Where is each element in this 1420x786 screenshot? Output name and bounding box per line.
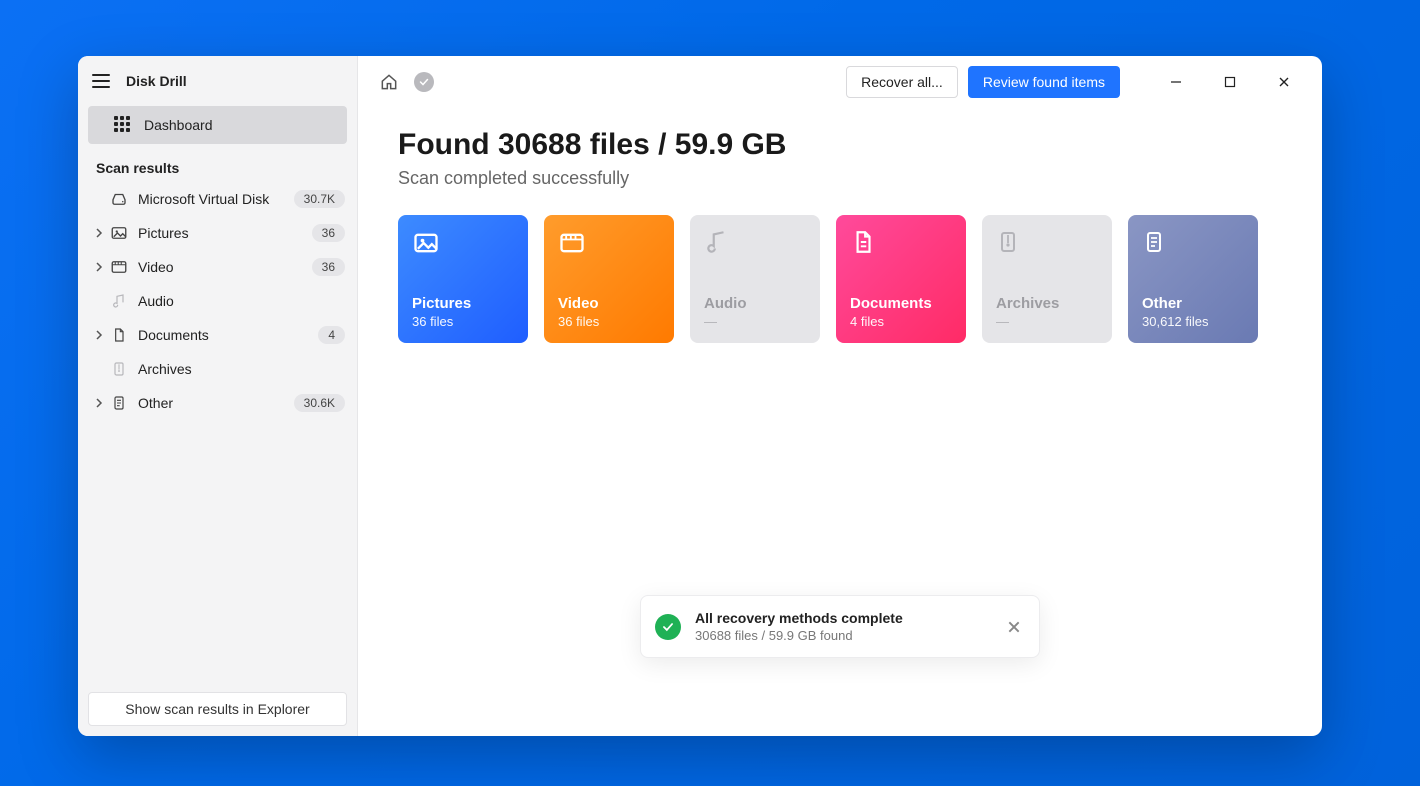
toast-text: All recovery methods complete 30688 file… — [695, 610, 989, 643]
maximize-icon[interactable] — [1208, 67, 1252, 97]
image-icon — [110, 224, 128, 242]
card-name: Audio — [704, 295, 806, 312]
card-count: 36 files — [412, 314, 514, 329]
nav-dashboard[interactable]: Dashboard — [88, 106, 347, 144]
other-icon — [1142, 229, 1170, 257]
toast-title: All recovery methods complete — [695, 610, 989, 626]
summary-subhead: Scan completed successfully — [398, 168, 1282, 189]
recover-all-button[interactable]: Recover all... — [846, 66, 958, 98]
home-icon[interactable] — [374, 67, 404, 97]
card-count: — — [704, 314, 806, 329]
sidebar-item-label: Audio — [138, 293, 345, 309]
sidebar-section-header: Scan results — [78, 146, 357, 182]
sidebar-item-badge: 4 — [318, 326, 345, 344]
card-name: Other — [1142, 295, 1244, 312]
completion-toast: All recovery methods complete 30688 file… — [640, 595, 1040, 658]
sidebar-item-label: Pictures — [138, 225, 306, 241]
close-icon[interactable] — [1003, 616, 1025, 638]
sidebar-item-badge: 30.6K — [294, 394, 345, 412]
card-documents[interactable]: Documents 4 files — [836, 215, 966, 343]
sidebar-item-badge: 36 — [312, 258, 345, 276]
sidebar-item-audio[interactable]: Audio — [78, 284, 357, 318]
close-icon[interactable] — [1262, 67, 1306, 97]
sidebar-item-label: Microsoft Virtual Disk — [138, 191, 288, 207]
sidebar-item-pictures[interactable]: Pictures 36 — [78, 216, 357, 250]
main-area: Recover all... Review found items Found … — [358, 56, 1322, 736]
minimize-icon[interactable] — [1154, 67, 1198, 97]
music-icon — [110, 292, 128, 310]
sidebar-item-badge: 36 — [312, 224, 345, 242]
show-in-explorer-button[interactable]: Show scan results in Explorer — [88, 692, 347, 726]
other-icon — [110, 394, 128, 412]
card-count: 30,612 files — [1142, 314, 1244, 329]
status-check-icon — [414, 72, 434, 92]
sidebar-titlebar: Disk Drill — [78, 56, 357, 102]
category-cards: Pictures 36 files Video 36 files Audio — — [398, 215, 1282, 343]
video-icon — [558, 229, 586, 257]
video-icon — [110, 258, 128, 276]
card-name: Video — [558, 295, 660, 312]
topbar: Recover all... Review found items — [358, 56, 1322, 108]
grid-icon — [114, 116, 132, 134]
content: Found 30688 files / 59.9 GB Scan complet… — [358, 108, 1322, 343]
card-audio[interactable]: Audio — — [690, 215, 820, 343]
music-icon — [704, 229, 732, 257]
document-icon — [110, 326, 128, 344]
nav-dashboard-label: Dashboard — [144, 117, 213, 133]
chevron-right-icon — [94, 262, 104, 272]
sidebar-footer: Show scan results in Explorer — [78, 692, 357, 726]
disk-icon — [110, 190, 128, 208]
card-name: Archives — [996, 295, 1098, 312]
app-title: Disk Drill — [126, 73, 187, 89]
hamburger-icon[interactable] — [92, 70, 114, 92]
app-window: Disk Drill Dashboard Scan results Micros… — [78, 56, 1322, 736]
card-count: 4 files — [850, 314, 952, 329]
card-video[interactable]: Video 36 files — [544, 215, 674, 343]
card-count: 36 files — [558, 314, 660, 329]
card-pictures[interactable]: Pictures 36 files — [398, 215, 528, 343]
chevron-right-icon — [94, 228, 104, 238]
sidebar-item-disk[interactable]: Microsoft Virtual Disk 30.7K — [78, 182, 357, 216]
review-found-items-button[interactable]: Review found items — [968, 66, 1120, 98]
image-icon — [412, 229, 440, 257]
sidebar-item-other[interactable]: Other 30.6K — [78, 386, 357, 420]
sidebar-item-label: Video — [138, 259, 306, 275]
chevron-right-icon — [94, 330, 104, 340]
document-icon — [850, 229, 878, 257]
sidebar-item-label: Documents — [138, 327, 312, 343]
card-count: — — [996, 314, 1098, 329]
sidebar-item-badge: 30.7K — [294, 190, 345, 208]
sidebar: Disk Drill Dashboard Scan results Micros… — [78, 56, 358, 736]
archive-icon — [996, 229, 1024, 257]
check-circle-icon — [655, 614, 681, 640]
summary-headline: Found 30688 files / 59.9 GB — [398, 128, 1282, 162]
sidebar-item-label: Other — [138, 395, 288, 411]
sidebar-item-documents[interactable]: Documents 4 — [78, 318, 357, 352]
card-archives[interactable]: Archives — — [982, 215, 1112, 343]
archive-icon — [110, 360, 128, 378]
toast-subtitle: 30688 files / 59.9 GB found — [695, 628, 989, 643]
card-other[interactable]: Other 30,612 files — [1128, 215, 1258, 343]
card-name: Pictures — [412, 295, 514, 312]
chevron-right-icon — [94, 398, 104, 408]
card-name: Documents — [850, 295, 952, 312]
sidebar-item-video[interactable]: Video 36 — [78, 250, 357, 284]
sidebar-item-archives[interactable]: Archives — [78, 352, 357, 386]
sidebar-item-label: Archives — [138, 361, 345, 377]
